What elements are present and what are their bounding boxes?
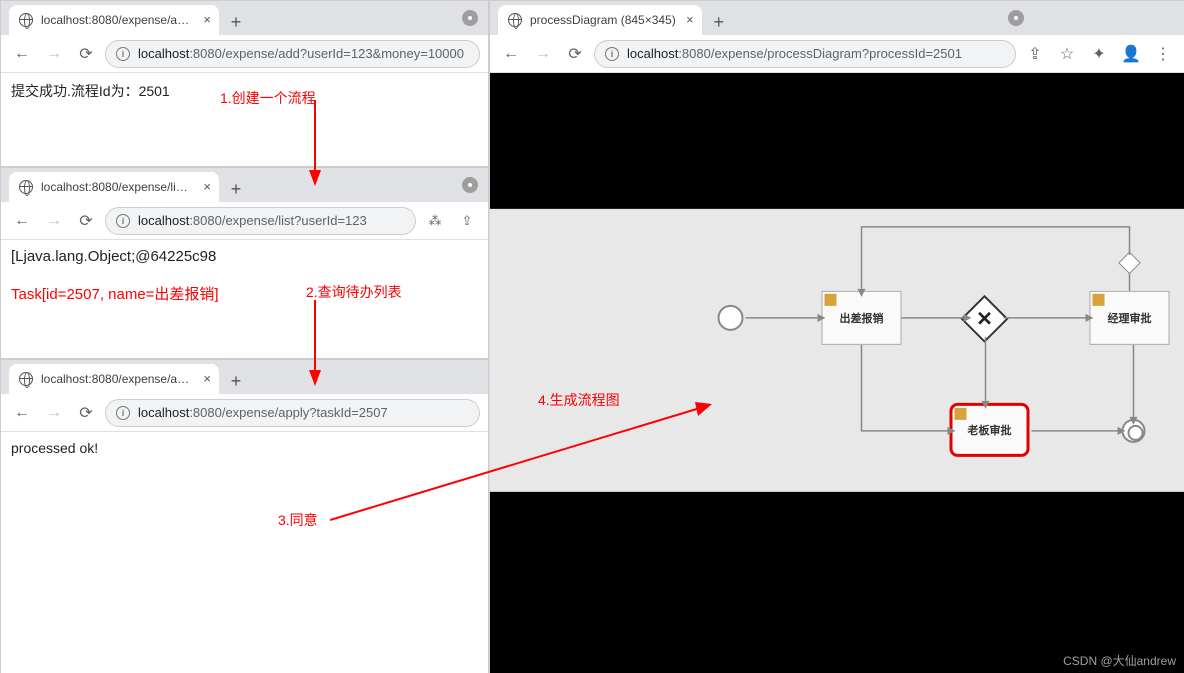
page-content: [Ljava.lang.Object;@64225c98 Task[id=250… <box>1 240 488 312</box>
url-input[interactable]: i localhost:8080/expense/list?userId=123 <box>105 207 416 235</box>
address-bar: ← → ⟳ i localhost:8080/expense/add?userI… <box>1 35 488 73</box>
page-content: 出差报销 ✕ 经理审批 老板审批 <box>490 73 1184 673</box>
back-button[interactable]: ← <box>9 400 35 426</box>
globe-icon <box>508 13 522 27</box>
close-tab-icon[interactable]: × <box>203 371 211 386</box>
profile-icon[interactable]: 👤 <box>1118 41 1144 67</box>
annotation-4: 4.生成流程图 <box>538 390 620 410</box>
info-icon[interactable]: i <box>116 406 130 420</box>
translate-icon[interactable]: ⁂ <box>422 208 448 234</box>
reload-button[interactable]: ⟳ <box>73 41 99 67</box>
back-button[interactable]: ← <box>9 208 35 234</box>
reload-button[interactable]: ⟳ <box>73 208 99 234</box>
process-diagram-image: 出差报销 ✕ 经理审批 老板审批 <box>490 209 1184 492</box>
reload-button[interactable]: ⟳ <box>73 400 99 426</box>
close-tab-icon[interactable]: × <box>686 12 694 27</box>
tab-title: localhost:8080/expense/add?u <box>41 13 193 27</box>
browser-tab[interactable]: processDiagram (845×345) × <box>498 5 702 35</box>
url-input[interactable]: i localhost:8080/expense/processDiagram?… <box>594 40 1016 68</box>
browser-window-diagram: — ☐ ✕ processDiagram (845×345) × + ← → ⟳… <box>489 0 1184 673</box>
tab-title: localhost:8080/expense/apply <box>41 372 193 386</box>
info-icon[interactable]: i <box>116 47 130 61</box>
response-line2: Task[id=2507, name=出差报销] <box>11 283 478 304</box>
new-tab-button[interactable]: + <box>706 9 732 35</box>
forward-button: → <box>530 41 556 67</box>
globe-icon <box>19 13 33 27</box>
annotation-2: 2.查询待办列表 <box>306 282 402 302</box>
tab-strip: processDiagram (845×345) × + <box>490 1 1184 35</box>
watermark: CSDN @大仙andrew <box>1063 652 1176 669</box>
account-icon[interactable] <box>1008 10 1024 26</box>
response-text: processed ok! <box>11 440 98 456</box>
new-tab-button[interactable]: + <box>223 9 249 35</box>
address-bar: ← → ⟳ i localhost:8080/expense/apply?tas… <box>1 394 488 432</box>
browser-tab[interactable]: localhost:8080/expense/apply × <box>9 364 219 394</box>
back-button[interactable]: ← <box>498 41 524 67</box>
globe-icon <box>19 180 33 194</box>
browser-window-apply: localhost:8080/expense/apply × + ← → ⟳ i… <box>0 359 489 673</box>
globe-icon <box>19 372 33 386</box>
forward-button: → <box>41 400 67 426</box>
account-icon[interactable] <box>462 10 478 26</box>
tab-title: localhost:8080/expense/list?u <box>41 180 193 194</box>
url-text: localhost:8080/expense/list?userId=123 <box>138 213 367 228</box>
response-text: 提交成功.流程Id为：2501 <box>11 83 170 99</box>
response-line1: [Ljava.lang.Object;@64225c98 <box>11 248 478 265</box>
close-tab-icon[interactable]: × <box>203 12 211 27</box>
bookmark-icon[interactable]: ☆ <box>1054 41 1080 67</box>
url-text: localhost:8080/expense/add?userId=123&mo… <box>138 46 464 61</box>
page-content: processed ok! <box>1 432 488 464</box>
tab-strip: localhost:8080/expense/list?u × + <box>1 168 488 202</box>
address-bar: ← → ⟳ i localhost:8080/expense/processDi… <box>490 35 1184 73</box>
info-icon[interactable]: i <box>116 214 130 228</box>
info-icon[interactable]: i <box>605 47 619 61</box>
browser-window-add: localhost:8080/expense/add?u × + ← → ⟳ i… <box>0 0 489 167</box>
back-button[interactable]: ← <box>9 41 35 67</box>
forward-button: → <box>41 41 67 67</box>
browser-tab[interactable]: localhost:8080/expense/list?u × <box>9 172 219 202</box>
address-bar: ← → ⟳ i localhost:8080/expense/list?user… <box>1 202 488 240</box>
account-icon[interactable] <box>462 177 478 193</box>
extensions-icon[interactable]: ✦ <box>1086 41 1112 67</box>
url-text: localhost:8080/expense/processDiagram?pr… <box>627 46 962 61</box>
menu-icon[interactable]: ⋮ <box>1150 41 1176 67</box>
browser-window-list: localhost:8080/expense/list?u × + ← → ⟳ … <box>0 167 489 359</box>
annotation-1: 1.创建一个流程 <box>220 88 316 108</box>
url-text: localhost:8080/expense/apply?taskId=2507 <box>138 405 388 420</box>
new-tab-button[interactable]: + <box>223 176 249 202</box>
new-tab-button[interactable]: + <box>223 368 249 394</box>
share-icon[interactable]: ⇪ <box>454 208 480 234</box>
tab-strip: localhost:8080/expense/add?u × + <box>1 1 488 35</box>
browser-tab[interactable]: localhost:8080/expense/add?u × <box>9 5 219 35</box>
close-tab-icon[interactable]: × <box>203 179 211 194</box>
url-input[interactable]: i localhost:8080/expense/add?userId=123&… <box>105 40 480 68</box>
share-icon[interactable]: ⇪ <box>1022 41 1048 67</box>
reload-button[interactable]: ⟳ <box>562 41 588 67</box>
annotation-3: 3.同意 <box>278 510 318 530</box>
tab-strip: localhost:8080/expense/apply × + <box>1 360 488 394</box>
url-input[interactable]: i localhost:8080/expense/apply?taskId=25… <box>105 399 480 427</box>
forward-button: → <box>41 208 67 234</box>
tab-title: processDiagram (845×345) <box>530 13 676 27</box>
